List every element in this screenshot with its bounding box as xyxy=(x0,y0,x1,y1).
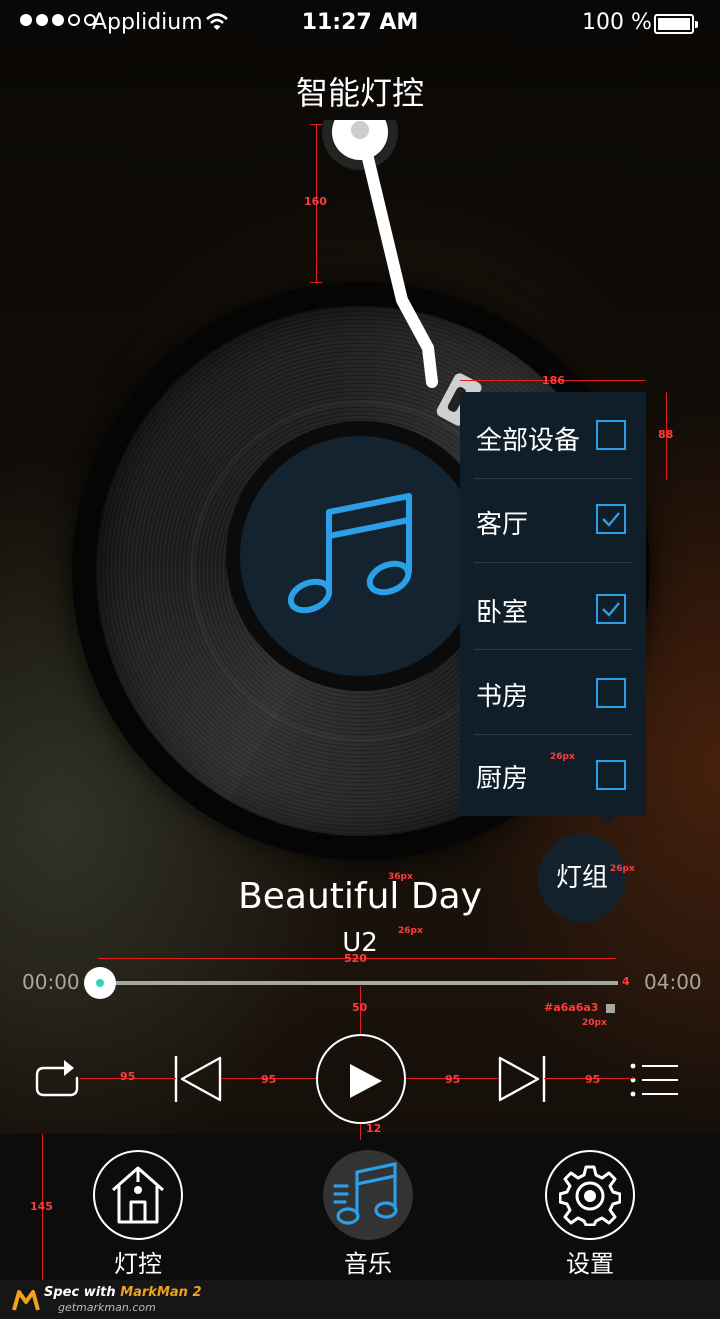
divider xyxy=(474,734,632,735)
next-track-icon[interactable] xyxy=(496,1054,548,1104)
tab-settings[interactable]: 设置 xyxy=(490,1134,690,1280)
check-icon xyxy=(602,512,620,527)
divider xyxy=(474,478,632,479)
tab-label: 设置 xyxy=(566,1250,614,1278)
dropdown-item-label: 全部设备 xyxy=(476,426,581,456)
battery-percentage: 100 % xyxy=(582,10,652,35)
dropdown-item-label: 卧室 xyxy=(476,598,529,628)
annotation-label: 520 xyxy=(344,952,367,965)
annotation-label: 26px xyxy=(610,864,635,874)
dropdown-item-all-devices[interactable]: 全部设备 xyxy=(474,416,632,456)
checkbox-checked[interactable] xyxy=(596,594,626,624)
annotation-label: 20px xyxy=(582,1018,607,1028)
annotation-label: 95 xyxy=(585,1073,601,1086)
progress-knob[interactable] xyxy=(84,967,116,999)
repeat-icon[interactable] xyxy=(34,1058,80,1098)
checkbox-checked[interactable] xyxy=(596,504,626,534)
dropdown-item-label: 厨房 xyxy=(476,764,529,794)
annotation-line xyxy=(360,1124,361,1140)
annotation-label: 160 xyxy=(304,195,327,208)
color-swatch xyxy=(606,1004,615,1013)
annotation-label: 145 xyxy=(30,1200,53,1213)
tab-label: 灯控 xyxy=(114,1250,162,1278)
playlist-icon[interactable] xyxy=(630,1062,680,1098)
total-time: 04:00 xyxy=(644,970,702,994)
music-note-icon xyxy=(287,493,412,614)
play-icon xyxy=(350,1064,382,1098)
annotation-label: 4 xyxy=(622,975,630,988)
dropdown-item-label: 书房 xyxy=(476,682,529,712)
bottom-tab-bar: 灯控 音乐 设置 xyxy=(0,1134,720,1280)
play-button[interactable] xyxy=(316,1034,406,1124)
annotation-label: 36px xyxy=(388,872,413,882)
annotation-label: 26px xyxy=(398,926,423,936)
tab-light-control[interactable]: 灯控 xyxy=(38,1134,238,1280)
annotation-label: 26px xyxy=(550,752,575,762)
dropdown-item-living-room[interactable]: 客厅 xyxy=(474,500,632,540)
battery-icon xyxy=(654,14,698,34)
annotation-label: 186 xyxy=(542,374,565,387)
annotation-label: 95 xyxy=(120,1070,136,1083)
dropdown-pointer xyxy=(598,814,618,824)
annotation-label: 12 xyxy=(366,1122,382,1135)
annotation-line xyxy=(310,124,322,125)
check-icon xyxy=(602,602,620,617)
tab-label: 音乐 xyxy=(344,1250,392,1278)
tab-music[interactable]: 音乐 xyxy=(268,1134,468,1280)
divider xyxy=(474,649,632,650)
status-bar: Applidium 11:27 AM 100 % xyxy=(0,0,720,48)
music-icon xyxy=(323,1150,413,1240)
checkbox-unchecked[interactable] xyxy=(596,678,626,708)
dropdown-item-bedroom[interactable]: 卧室 xyxy=(474,590,632,630)
page-title: 智能灯控 xyxy=(295,74,424,112)
elapsed-time: 00:00 xyxy=(22,970,80,994)
tonearm[interactable] xyxy=(320,120,500,430)
checkbox-unchecked[interactable] xyxy=(596,420,626,450)
markman-logo-icon xyxy=(12,1290,40,1311)
song-title: Beautiful Day xyxy=(238,876,482,917)
progress-track[interactable] xyxy=(100,981,618,985)
annotation-label: 50 xyxy=(352,1001,368,1014)
annotation-label: 95 xyxy=(261,1073,277,1086)
home-icon xyxy=(93,1150,183,1240)
dropdown-item-kitchen[interactable]: 厨房 xyxy=(474,756,632,796)
dropdown-item-label: 客厅 xyxy=(476,510,529,540)
gear-icon xyxy=(545,1150,635,1240)
markman-footer: Spec with MarkMan 2 getmarkman.com xyxy=(0,1280,720,1319)
markman-url: getmarkman.com xyxy=(58,1301,156,1314)
annotation-label: 95 xyxy=(445,1073,461,1086)
annotation-color-label: #a6a6a3 xyxy=(544,1001,599,1014)
dropdown-item-study[interactable]: 书房 xyxy=(474,674,632,714)
markman-credit: Spec with MarkMan 2 xyxy=(44,1285,202,1300)
divider xyxy=(474,562,632,563)
annotation-label: 88 xyxy=(658,428,674,441)
annotation-line xyxy=(310,282,322,283)
checkbox-unchecked[interactable] xyxy=(596,760,626,790)
previous-track-icon[interactable] xyxy=(172,1054,224,1104)
